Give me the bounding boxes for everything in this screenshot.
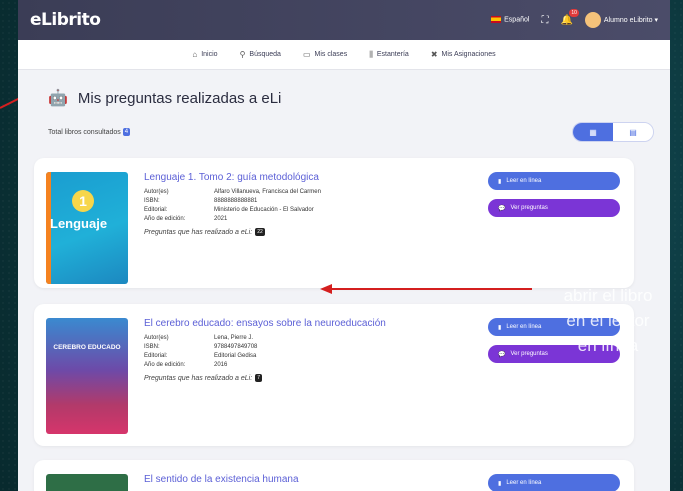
cover-title: CEREBRO EDUCADO	[53, 344, 121, 351]
app-logo[interactable]: eLibrito	[30, 10, 101, 30]
summary-bar: Total libros consultados 4 ▦ ▤	[48, 122, 654, 142]
questions-label: Preguntas que has realizado a eLi:	[144, 374, 253, 382]
total-label: Total libros consultados	[48, 128, 121, 136]
book-title[interactable]: El cerebro educado: ensayos sobre la neu…	[144, 318, 434, 329]
home-icon: ⌂	[192, 50, 198, 59]
book-cover[interactable]: 1 Lenguaje	[46, 172, 128, 284]
questions-badge: 7	[255, 374, 262, 382]
list-view-button[interactable]: ▤	[613, 123, 653, 141]
year-label: Año de edición:	[144, 362, 186, 368]
questions-badge: 22	[255, 228, 265, 236]
main-nav: ⌂ Inicio ⚲ Búsqueda ▭ Mis clases ⫼ Estanterí…	[18, 40, 670, 70]
annotation-arrow	[320, 284, 532, 294]
grid-view-button[interactable]: ▦	[573, 123, 613, 141]
nav-estanteria[interactable]: ⫼ Estantería	[369, 50, 409, 60]
list-icon: ▤	[629, 127, 637, 137]
spain-flag-icon	[491, 16, 502, 24]
annotation-line: en línea	[577, 336, 639, 355]
questions-count: Preguntas que has realizado a eLi: 22	[144, 228, 434, 236]
see-questions-button[interactable]: 💬 Ver preguntas	[488, 199, 620, 217]
questions-count: Preguntas que has realizado a eLi: 7	[144, 374, 434, 382]
view-toggle: ▦ ▤	[572, 122, 654, 142]
bell-icon[interactable]: 🔔 10	[560, 8, 579, 26]
questions-label: Preguntas que has realizado a eLi:	[144, 228, 253, 236]
fullscreen-icon[interactable]: ⛶	[541, 15, 548, 26]
year-label: Año de edición:	[144, 216, 186, 222]
button-label: Leer en línea	[506, 480, 542, 486]
classes-icon: ▭	[302, 50, 311, 59]
language-label: Español	[504, 16, 530, 24]
annotation-line: en el lector	[566, 311, 650, 330]
top-bar: eLibrito Español ⛶ 🔔 10 Alumno eLibrito ▾	[18, 0, 670, 40]
author-value: Alfaro Villanueva, Francisca del Carmen	[214, 189, 321, 195]
nav-label: Inicio	[201, 51, 218, 58]
chat-icon: 💬	[498, 351, 506, 358]
isbn-label: ISBN:	[144, 198, 160, 204]
nav-label: Búsqueda	[249, 51, 281, 58]
nav-inicio[interactable]: ⌂ Inicio	[192, 50, 217, 59]
robot-icon: 🤖	[48, 90, 68, 107]
editorial-label: Editorial:	[144, 207, 168, 213]
page-title: 🤖 Mis preguntas realizadas a eLi	[48, 88, 654, 108]
annotation-line: abrir el libro	[563, 286, 653, 305]
isbn-label: ISBN:	[144, 344, 160, 350]
annotation-text: Ve abrir el libro en el lector en línea	[528, 258, 683, 358]
year-value: 2021	[214, 216, 228, 222]
grid-icon: ▦	[589, 127, 597, 137]
avatar	[584, 12, 601, 28]
book-title[interactable]: El sentido de la existencia humana	[144, 474, 299, 485]
language-selector[interactable]: Español	[491, 16, 530, 24]
button-label: Ver preguntas	[510, 205, 548, 211]
book-icon: ▮	[498, 324, 502, 331]
read-online-button[interactable]: ▮ Leer en línea	[488, 172, 620, 190]
editorial-value: Ministerio de Educación - El Salvador	[214, 207, 314, 213]
author-value: Lena, Pierre J.	[214, 335, 254, 341]
chat-icon: 💬	[498, 205, 506, 212]
cover-title: Lenguaje	[50, 216, 108, 231]
book-title[interactable]: Lenguaje 1. Tomo 2: guía metodológica	[144, 172, 434, 183]
nav-label: Mis Asignaciones	[441, 51, 496, 58]
editorial-label: Editorial:	[144, 353, 168, 359]
shelf-icon: ⫼	[369, 49, 373, 59]
editorial-value: Editorial Gedisa	[214, 353, 257, 359]
search-icon: ⚲	[239, 50, 246, 59]
year-value: 2016	[214, 362, 228, 368]
author-label: Autor(es)	[144, 189, 169, 195]
total-count-badge: 4	[122, 128, 131, 136]
tools-icon: ✖	[430, 50, 438, 59]
annotation-line: Ve	[598, 261, 618, 280]
notification-badge: 10	[569, 8, 579, 17]
book-card: El sentido de la existencia humana ▮ Leer…	[34, 460, 634, 491]
read-online-button[interactable]: ▮ Leer en línea	[488, 474, 620, 491]
book-icon: ▮	[498, 178, 502, 185]
nav-busqueda[interactable]: ⚲ Búsqueda	[240, 50, 281, 59]
book-cover[interactable]	[46, 474, 128, 491]
book-icon: ▮	[498, 480, 502, 487]
nav-label: Estantería	[376, 51, 409, 58]
isbn-value: 9788497849708	[214, 344, 258, 350]
nav-mis-asignaciones[interactable]: ✖ Mis Asignaciones	[431, 50, 496, 59]
button-label: Leer en línea	[506, 178, 542, 184]
user-name: Alumno eLibrito	[603, 16, 653, 24]
page-title-text: Mis preguntas realizadas a eLi	[77, 89, 282, 107]
nav-mis-clases[interactable]: ▭ Mis clases	[303, 50, 347, 59]
isbn-value: 8888888888881	[214, 198, 258, 204]
cover-number: 1	[72, 190, 94, 212]
nav-label: Mis clases	[314, 51, 348, 58]
author-label: Autor(es)	[144, 335, 169, 341]
book-cover[interactable]: CEREBRO EDUCADO	[46, 318, 128, 434]
user-menu[interactable]: Alumno eLibrito ▾	[584, 12, 658, 28]
